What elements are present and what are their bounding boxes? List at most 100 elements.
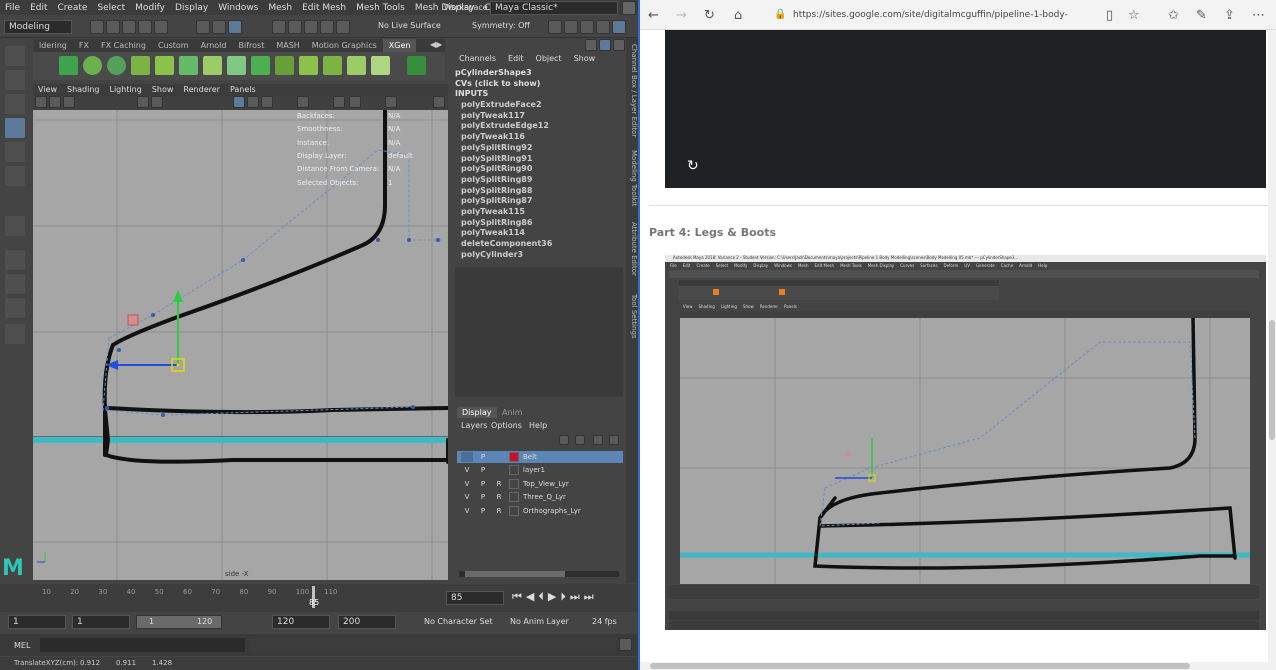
- lighting-icon[interactable]: [297, 96, 309, 108]
- channel-input-item[interactable]: polySplitRing91: [461, 154, 532, 163]
- move-layer-up-icon[interactable]: [559, 435, 569, 445]
- xgen-guides-icon[interactable]: [107, 56, 126, 75]
- snap-point-icon[interactable]: [304, 20, 318, 34]
- selected-vertex-marker[interactable]: [127, 314, 139, 326]
- channel-input-item[interactable]: polySplitRing86: [461, 218, 532, 227]
- xgen-length-icon[interactable]: [227, 56, 246, 75]
- two-pane-layout-icon[interactable]: [5, 298, 25, 318]
- layer-row[interactable]: V P R Three_Q_Lyr: [457, 491, 623, 503]
- layer-color-swatch[interactable]: [509, 492, 519, 503]
- playback-start-field[interactable]: 1: [72, 615, 130, 629]
- menu-mesh[interactable]: Mesh: [263, 3, 297, 13]
- shelf-tab-ldering[interactable]: ldering: [33, 39, 73, 52]
- page-scrollbar-thumb[interactable]: [1269, 320, 1275, 440]
- viewport-menu-shading[interactable]: Shading: [62, 84, 105, 96]
- layer-menu-options[interactable]: Options: [491, 421, 522, 430]
- xgen-create-icon[interactable]: [59, 56, 78, 75]
- xgen-density-icon[interactable]: [203, 56, 222, 75]
- paint-select-tool-icon[interactable]: [5, 94, 25, 114]
- snap-grid-icon[interactable]: [272, 20, 286, 34]
- outliner-layout-icon[interactable]: [5, 324, 25, 344]
- layer-menu-help[interactable]: Help: [529, 421, 547, 430]
- viewport-menu-show[interactable]: Show: [147, 84, 179, 96]
- layer-reference-toggle[interactable]: R: [493, 478, 505, 490]
- layer-visibility-toggle[interactable]: [461, 452, 473, 462]
- shelf-tab-motion-graphics[interactable]: Motion Graphics: [306, 39, 383, 52]
- channel-input-item[interactable]: deleteComponent36: [461, 239, 552, 248]
- layer-reference-toggle[interactable]: R: [493, 491, 505, 503]
- viewport-menu-renderer[interactable]: Renderer: [178, 84, 225, 96]
- page-scrollbar[interactable]: [1268, 30, 1276, 670]
- side-tab-channel-box[interactable]: Channel Box / Layer Editor: [626, 44, 638, 137]
- favorites-icon[interactable]: ✩: [1168, 8, 1179, 23]
- channel-input-item[interactable]: polyTweak114: [461, 228, 525, 237]
- wireframe-icon[interactable]: [233, 96, 245, 108]
- four-view-layout-icon[interactable]: [5, 274, 25, 294]
- notes-icon[interactable]: ✎: [1196, 8, 1207, 23]
- address-bar[interactable]: 🔒 https://sites.google.com/site/digitalm…: [768, 4, 1112, 42]
- layer-scrollbar-thumb[interactable]: [465, 571, 565, 577]
- menu-mesh-tools[interactable]: Mesh Tools: [351, 3, 410, 13]
- textured-icon[interactable]: [261, 96, 273, 108]
- horizontal-scrollbar-thumb[interactable]: [650, 663, 1190, 669]
- layer-name[interactable]: Belt: [523, 451, 537, 463]
- channel-input-item[interactable]: polySplitRing90: [461, 164, 532, 173]
- favorite-star-icon[interactable]: ☆: [1128, 8, 1140, 23]
- menu-select[interactable]: Select: [92, 3, 130, 13]
- animation-start-field[interactable]: 1: [8, 615, 66, 629]
- select-component-icon[interactable]: [228, 20, 242, 34]
- xgen-comb-icon[interactable]: [179, 56, 198, 75]
- channel-box-icon[interactable]: [585, 39, 597, 51]
- layer-color-swatch[interactable]: [509, 465, 519, 476]
- select-object-icon[interactable]: [212, 20, 226, 34]
- channel-box-toggle-icon[interactable]: [612, 20, 626, 34]
- hypershade-icon[interactable]: [580, 20, 594, 34]
- layer-playback-toggle[interactable]: P: [477, 451, 489, 463]
- layer-visibility-toggle[interactable]: V: [461, 464, 473, 476]
- side-tab-tool-settings[interactable]: Tool Settings: [626, 294, 638, 339]
- new-empty-layer-icon[interactable]: [593, 435, 603, 445]
- layer-editor-icon[interactable]: [599, 39, 611, 51]
- menu-display[interactable]: Display: [170, 3, 213, 13]
- snap-curve-icon[interactable]: [288, 20, 302, 34]
- range-slider[interactable]: 1 120: [136, 615, 222, 629]
- symmetry-label[interactable]: Symmetry: Off: [472, 21, 530, 30]
- layer-reference-toggle[interactable]: R: [493, 505, 505, 517]
- layer-color-swatch[interactable]: [509, 478, 519, 489]
- back-icon[interactable]: ←: [648, 8, 659, 23]
- forward-icon[interactable]: →: [676, 8, 687, 23]
- ipr-render-icon[interactable]: [564, 20, 578, 34]
- layer-color-swatch[interactable]: [509, 505, 519, 516]
- share-icon[interactable]: ⇪: [1224, 8, 1235, 23]
- render-icon[interactable]: [548, 20, 562, 34]
- channel-input-item[interactable]: polyExtrudeEdge12: [461, 121, 549, 130]
- layer-name[interactable]: Top_View_Lyr: [523, 478, 569, 490]
- menu-windows[interactable]: Windows: [213, 3, 263, 13]
- replay-icon[interactable]: ↻: [687, 158, 699, 174]
- xgen-coil-icon[interactable]: [347, 56, 366, 75]
- menu-edit-mesh[interactable]: Edit Mesh: [297, 3, 351, 13]
- bookmark-icon[interactable]: [63, 96, 75, 108]
- video-player[interactable]: ↻: [665, 30, 1266, 188]
- shelf-tab-arnold[interactable]: Arnold: [195, 39, 233, 52]
- channel-input-item[interactable]: polyTweak117: [461, 111, 525, 120]
- channel-input-item[interactable]: polyTweak115: [461, 207, 525, 216]
- viewport-menu-lighting[interactable]: Lighting: [104, 84, 146, 96]
- layer-playback-toggle[interactable]: P: [477, 505, 489, 517]
- layer-row[interactable]: V P R Top_View_Lyr: [457, 478, 623, 490]
- redo-icon[interactable]: [154, 20, 168, 34]
- layer-visibility-toggle[interactable]: V: [461, 478, 473, 490]
- command-input[interactable]: [40, 638, 245, 652]
- attribute-editor-icon[interactable]: [613, 39, 625, 51]
- menu-file[interactable]: File: [0, 3, 25, 13]
- layer-visibility-toggle[interactable]: V: [461, 491, 473, 503]
- single-perspective-layout-icon[interactable]: [5, 250, 25, 270]
- layer-horizontal-scrollbar[interactable]: [459, 571, 619, 577]
- home-icon[interactable]: ⌂: [734, 8, 742, 23]
- mode-dropdown[interactable]: Modeling: [4, 20, 72, 34]
- layer-row[interactable]: V Player1: [457, 464, 623, 476]
- anim-layer-dropdown[interactable]: No Anim Layer: [510, 617, 569, 626]
- more-icon[interactable]: ⋯: [1252, 8, 1265, 23]
- channel-input-item[interactable]: polyTweak116: [461, 132, 525, 141]
- camera-attributes-icon[interactable]: [49, 96, 61, 108]
